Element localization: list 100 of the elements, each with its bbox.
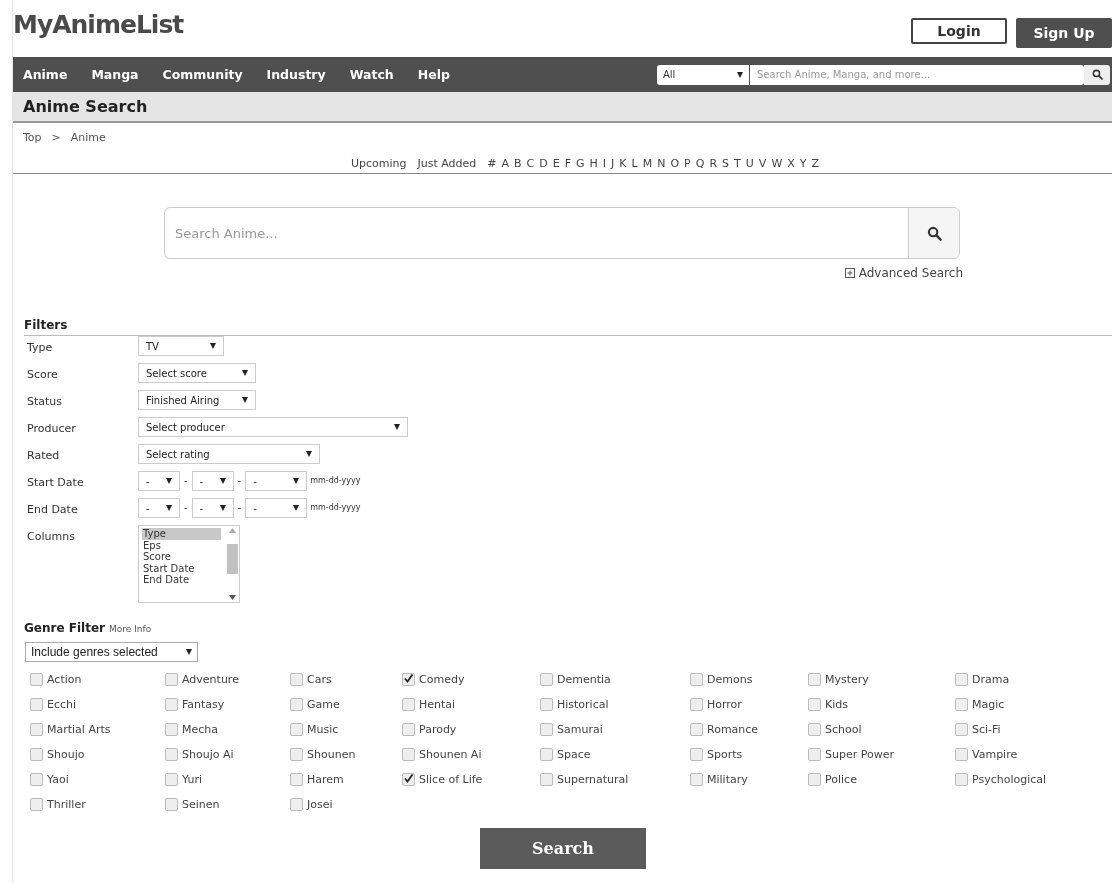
letter-link[interactable]: W	[771, 157, 783, 170]
checkbox[interactable]	[165, 697, 178, 711]
dropdown[interactable]: Finished Airing	[138, 390, 256, 410]
checkbox[interactable]	[690, 697, 703, 711]
letter-link[interactable]: R	[709, 157, 718, 170]
checkbox[interactable]	[808, 722, 821, 736]
search-button[interactable]: Search	[480, 828, 646, 869]
letter-link[interactable]: X	[787, 157, 795, 170]
letter-link[interactable]: P	[684, 157, 691, 170]
list-option[interactable]: Type	[142, 528, 221, 540]
letter-link[interactable]: C	[526, 157, 535, 170]
category-dropdown[interactable]: All	[657, 64, 749, 85]
list-option[interactable]: End Date	[142, 574, 221, 586]
dropdown[interactable]: -	[138, 471, 180, 491]
letter-link[interactable]: M	[642, 157, 653, 170]
list-option[interactable]: Start Date	[142, 562, 221, 574]
checkbox[interactable]	[30, 772, 43, 786]
letter-link[interactable]: B	[514, 157, 522, 170]
nav-item[interactable]: Industry	[266, 67, 326, 82]
dropdown[interactable]: -	[191, 471, 234, 491]
signup-button[interactable]: Sign Up	[1016, 17, 1112, 48]
letter-link[interactable]: F	[564, 157, 571, 170]
checkbox[interactable]	[165, 747, 178, 761]
letter-link[interactable]: T	[734, 157, 741, 170]
checkbox[interactable]	[955, 722, 968, 736]
checkbox[interactable]	[290, 722, 303, 736]
checkbox[interactable]	[540, 697, 553, 711]
letter-link[interactable]: L	[631, 157, 638, 170]
letter-link[interactable]: Q	[695, 157, 705, 170]
nav-item[interactable]: Community	[162, 67, 243, 82]
checkbox[interactable]	[955, 747, 968, 761]
checkbox[interactable]	[808, 697, 821, 711]
checkbox[interactable]	[540, 672, 553, 686]
letter-link[interactable]: J	[611, 157, 615, 170]
checkbox[interactable]	[165, 772, 178, 786]
checkbox[interactable]	[402, 747, 415, 761]
breadcrumb-item[interactable]: >	[51, 130, 61, 144]
checkbox[interactable]	[290, 747, 303, 761]
checkbox[interactable]	[690, 772, 703, 786]
checkbox[interactable]	[290, 697, 303, 711]
letter-link[interactable]: U	[745, 157, 754, 170]
letter-link[interactable]: H	[589, 157, 598, 170]
checkbox[interactable]	[165, 672, 178, 686]
letter-link[interactable]: N	[657, 157, 666, 170]
checkbox[interactable]	[30, 722, 43, 736]
checkbox[interactable]	[30, 697, 43, 711]
checkbox[interactable]	[690, 672, 703, 686]
scroll-down-icon[interactable]	[228, 595, 236, 600]
letter-link[interactable]: E	[552, 157, 560, 170]
search-button[interactable]	[908, 208, 959, 258]
checkbox[interactable]	[955, 772, 968, 786]
scroll-up-icon[interactable]	[228, 528, 236, 533]
letter-link[interactable]: K	[619, 157, 627, 170]
nav-item[interactable]: Watch	[349, 67, 394, 82]
checkbox[interactable]	[30, 747, 43, 761]
checkbox[interactable]	[955, 697, 968, 711]
letter-link[interactable]: Upcoming	[350, 157, 407, 170]
checkbox[interactable]	[690, 722, 703, 736]
checkbox[interactable]	[165, 797, 178, 811]
checkbox[interactable]	[30, 672, 43, 686]
letter-link[interactable]: Y	[799, 157, 807, 170]
checkbox[interactable]	[540, 722, 553, 736]
checkbox[interactable]	[540, 772, 553, 786]
dropdown[interactable]: -	[245, 471, 308, 491]
nav-item[interactable]: Help	[417, 67, 450, 82]
nav-item[interactable]: Manga	[91, 67, 139, 82]
checkbox[interactable]	[808, 672, 821, 686]
checkbox[interactable]	[808, 747, 821, 761]
list-option[interactable]: Eps	[142, 539, 221, 551]
letter-link[interactable]: V	[758, 157, 767, 170]
dropdown[interactable]: Select rating	[138, 444, 320, 464]
dropdown[interactable]: -	[138, 498, 180, 518]
letter-link[interactable]: G	[576, 157, 585, 170]
login-button[interactable]: Login	[911, 17, 1007, 44]
checkbox[interactable]	[290, 797, 303, 811]
letter-link[interactable]: D	[539, 157, 548, 170]
site-logo[interactable]: MyAnimeList	[13, 10, 184, 39]
checkbox[interactable]	[290, 772, 303, 786]
checkbox[interactable]	[30, 797, 43, 811]
checkbox[interactable]	[402, 722, 415, 736]
checkbox[interactable]	[290, 672, 303, 686]
dropdown[interactable]: TV	[138, 336, 224, 356]
checkbox[interactable]	[955, 672, 968, 686]
dropdown[interactable]: -	[191, 498, 234, 518]
columns-listbox[interactable]: Type Eps Score Start Date End Date	[138, 525, 240, 603]
checkbox[interactable]	[165, 722, 178, 736]
genre-mode-dropdown[interactable]: Include genres selected	[25, 642, 198, 662]
breadcrumb-item[interactable]: Top	[23, 130, 42, 144]
scrollbar[interactable]	[225, 528, 239, 600]
letter-link[interactable]: S	[722, 157, 730, 170]
letter-link[interactable]: Just Added	[417, 157, 477, 170]
dropdown[interactable]: -	[245, 498, 308, 518]
letter-link[interactable]: O	[670, 157, 680, 170]
more-info-link[interactable]: More Info	[109, 624, 152, 634]
nav-item[interactable]: Anime	[23, 67, 68, 82]
dropdown[interactable]: Select score	[138, 363, 256, 383]
checkbox[interactable]	[540, 747, 553, 761]
checkbox[interactable]	[402, 697, 415, 711]
checkbox[interactable]	[808, 772, 821, 786]
checkbox[interactable]	[402, 672, 415, 686]
